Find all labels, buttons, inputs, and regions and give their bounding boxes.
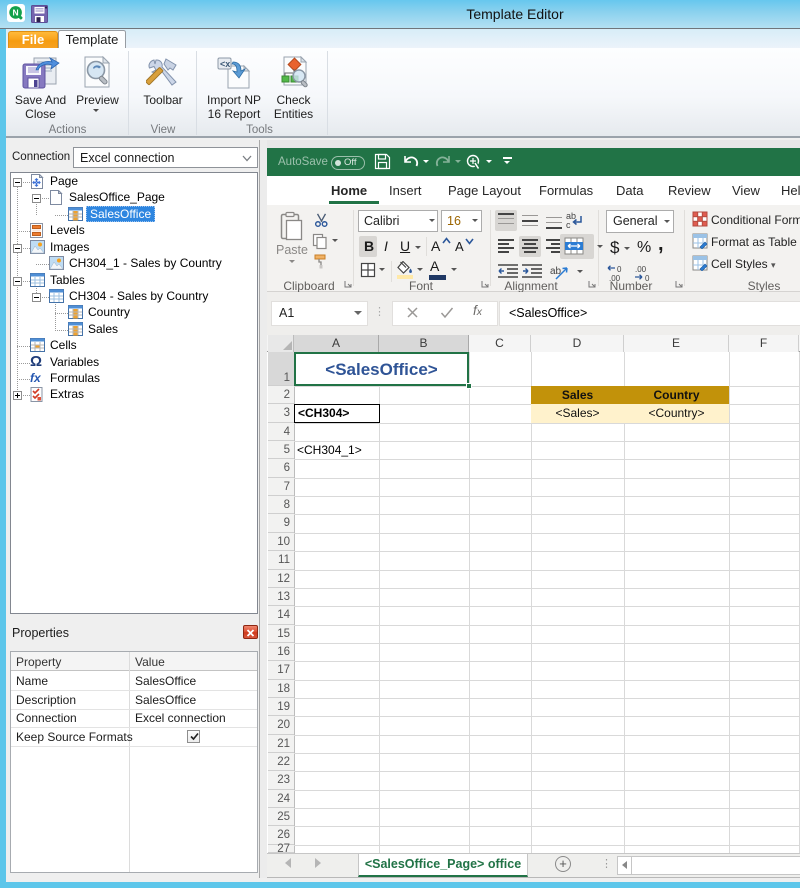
svg-text:0: 0 — [645, 274, 650, 282]
svg-text:.00: .00 — [609, 274, 621, 282]
svg-text:c: c — [566, 220, 571, 230]
svg-text:N: N — [13, 8, 19, 18]
svg-text:<x: <x — [220, 59, 230, 69]
svg-text:.00: .00 — [635, 265, 647, 274]
svg-text:0: 0 — [617, 265, 622, 274]
